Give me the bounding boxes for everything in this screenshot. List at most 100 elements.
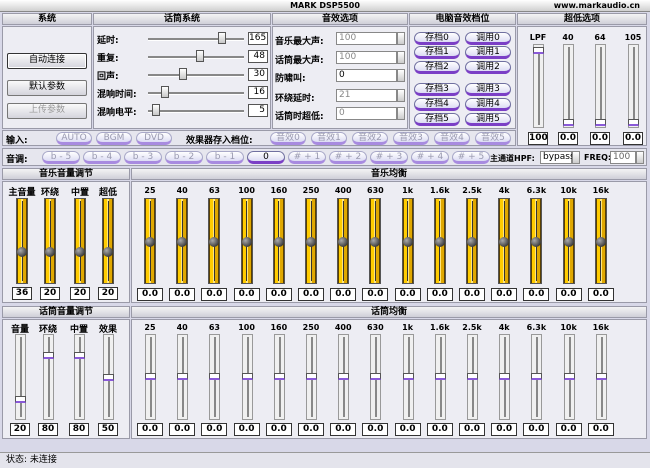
effect-spin-icon[interactable] — [397, 107, 405, 120]
mic-eq-slider-thumb[interactable] — [531, 373, 543, 380]
input-option-button[interactable]: BGM — [96, 132, 132, 145]
key-option-button[interactable]: b - 5 — [42, 151, 80, 164]
mic-vol-slider-thumb[interactable] — [43, 351, 54, 359]
load-slot-button[interactable]: 调用2 — [465, 61, 511, 74]
bass-slider-thumb[interactable] — [533, 47, 544, 54]
key-option-button[interactable]: # + 3 — [370, 151, 408, 164]
effect-input[interactable]: 0 — [336, 107, 397, 120]
music-eq-slider[interactable] — [144, 198, 156, 284]
effect-store-slot-button[interactable]: 音效2 — [352, 132, 388, 145]
mic-eq-slider-track[interactable] — [467, 334, 478, 420]
music-eq-slider[interactable] — [337, 198, 350, 284]
mic-eq-slider-thumb[interactable] — [467, 373, 478, 380]
mic-param-thumb[interactable] — [161, 86, 170, 98]
mic-eq-slider-track[interactable] — [241, 334, 253, 420]
key-option-button[interactable]: # + 1 — [288, 151, 326, 164]
key-option-button[interactable]: # + 5 — [452, 151, 490, 164]
mic-eq-slider-track[interactable] — [209, 334, 221, 420]
mic-param-value[interactable]: 30 — [248, 68, 268, 81]
mic-param-thumb[interactable] — [218, 32, 227, 44]
slider-knob-icon[interactable] — [17, 247, 27, 257]
mic-eq-slider-track[interactable] — [145, 334, 156, 420]
mic-eq-slider-thumb[interactable] — [177, 373, 189, 380]
save-slot-button[interactable]: 存档4 — [414, 98, 460, 111]
music-eq-slider[interactable] — [401, 198, 414, 284]
hpf-dropdown-arrow-icon[interactable] — [572, 151, 580, 164]
music-eq-slider[interactable] — [305, 198, 317, 284]
mic-eq-slider-track[interactable] — [531, 334, 543, 420]
music-vol-slider[interactable] — [44, 198, 56, 284]
freq-input[interactable]: 100 — [610, 151, 636, 164]
mic-eq-slider-track[interactable] — [402, 334, 414, 420]
mic-eq-slider-thumb[interactable] — [563, 373, 575, 380]
music-eq-slider[interactable] — [466, 198, 478, 284]
key-option-button[interactable]: # + 4 — [411, 151, 449, 164]
music-eq-slider[interactable] — [433, 198, 446, 284]
upload-params-button[interactable]: 上传参数 — [7, 103, 87, 119]
music-vol-slider[interactable] — [102, 198, 114, 284]
mic-eq-slider-track[interactable] — [306, 334, 317, 420]
load-slot-button[interactable]: 调用5 — [465, 113, 511, 126]
key-option-button[interactable]: 0 — [247, 151, 285, 164]
save-slot-button[interactable]: 存档5 — [414, 113, 460, 126]
slider-knob-icon[interactable] — [45, 247, 55, 257]
mic-param-value[interactable]: 48 — [248, 50, 268, 63]
input-option-button[interactable]: AUTO — [56, 132, 92, 145]
load-slot-button[interactable]: 调用4 — [465, 98, 511, 111]
key-option-button[interactable]: b - 3 — [124, 151, 162, 164]
slider-knob-icon[interactable] — [209, 237, 220, 247]
slider-knob-icon[interactable] — [75, 247, 85, 257]
mic-eq-slider-thumb[interactable] — [209, 373, 221, 380]
slider-knob-icon[interactable] — [241, 237, 252, 247]
mic-vol-slider-track[interactable] — [15, 334, 26, 420]
music-eq-slider[interactable] — [530, 198, 543, 284]
bass-slider-track[interactable] — [628, 44, 639, 128]
slider-knob-icon[interactable] — [499, 237, 510, 247]
slider-knob-icon[interactable] — [103, 247, 113, 257]
mic-param-value[interactable]: 165 — [248, 32, 268, 45]
freq-spin-icon[interactable] — [636, 151, 644, 164]
mic-param-track[interactable] — [148, 38, 244, 41]
save-slot-button[interactable]: 存档0 — [414, 32, 460, 45]
mic-vol-slider-track[interactable] — [74, 334, 85, 420]
hpf-select[interactable]: bypass — [540, 151, 575, 164]
mic-eq-slider-track[interactable] — [177, 334, 189, 420]
mic-eq-slider-thumb[interactable] — [241, 373, 253, 380]
mic-vol-slider-thumb[interactable] — [15, 396, 26, 404]
slider-knob-icon[interactable] — [338, 237, 349, 247]
load-slot-button[interactable]: 调用1 — [465, 46, 511, 59]
effect-input[interactable]: 21 — [336, 89, 397, 102]
load-slot-button[interactable]: 调用0 — [465, 32, 511, 45]
mic-eq-slider-thumb[interactable] — [370, 373, 382, 380]
bass-slider-track[interactable] — [533, 44, 544, 128]
slider-knob-icon[interactable] — [370, 237, 381, 247]
mic-eq-slider-thumb[interactable] — [338, 373, 350, 380]
music-eq-slider[interactable] — [369, 198, 382, 284]
bass-slider-track[interactable] — [563, 44, 574, 128]
slider-knob-icon[interactable] — [467, 237, 477, 247]
effect-store-slot-button[interactable]: 音效1 — [311, 132, 347, 145]
effect-spin-icon[interactable] — [397, 51, 405, 64]
mic-param-track[interactable] — [148, 110, 244, 113]
mic-vol-slider-track[interactable] — [43, 334, 54, 420]
slider-knob-icon[interactable] — [531, 237, 542, 247]
mic-param-value[interactable]: 5 — [248, 104, 268, 117]
effect-store-slot-button[interactable]: 音效0 — [270, 132, 306, 145]
slider-knob-icon[interactable] — [434, 237, 445, 247]
mic-eq-slider-thumb[interactable] — [595, 373, 607, 380]
website-url[interactable]: www.markaudio.cn — [554, 0, 640, 12]
save-slot-button[interactable]: 存档1 — [414, 46, 460, 59]
save-slot-button[interactable]: 存档2 — [414, 61, 460, 74]
music-eq-slider[interactable] — [594, 198, 607, 284]
key-option-button[interactable]: # + 2 — [329, 151, 367, 164]
bass-slider-thumb[interactable] — [595, 119, 606, 126]
slider-knob-icon[interactable] — [177, 237, 188, 247]
auto-connect-button[interactable]: 自动连接 — [7, 53, 87, 69]
mic-eq-slider-thumb[interactable] — [145, 373, 156, 380]
effect-store-slot-button[interactable]: 音效5 — [475, 132, 511, 145]
save-slot-button[interactable]: 存档3 — [414, 83, 460, 96]
mic-eq-slider-thumb[interactable] — [402, 373, 414, 380]
effect-spin-icon[interactable] — [397, 89, 405, 102]
mic-eq-slider-track[interactable] — [595, 334, 607, 420]
music-eq-slider[interactable] — [272, 198, 285, 284]
